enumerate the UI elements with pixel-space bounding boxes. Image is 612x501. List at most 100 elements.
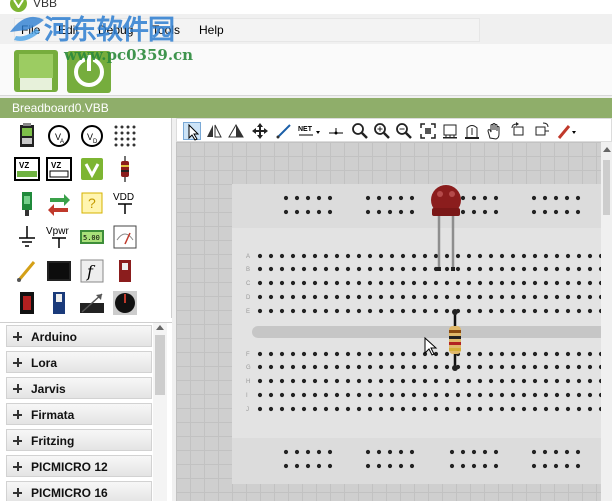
blue-switch-icon[interactable]	[46, 290, 72, 316]
row-label: A	[246, 254, 250, 260]
zoom-out-icon[interactable]	[395, 122, 413, 140]
hand-pan-icon[interactable]	[485, 122, 503, 140]
select-pointer-icon[interactable]	[183, 122, 201, 141]
battery-icon[interactable]	[14, 123, 40, 149]
watermark-logo	[6, 10, 48, 48]
expand-icon[interactable]	[13, 384, 22, 393]
lcd-display-icon[interactable]: 5.00	[79, 224, 105, 250]
svg-text:?: ?	[88, 195, 96, 211]
voltmeter-icon[interactable]: VA	[46, 123, 72, 149]
svg-text:5.00: 5.00	[83, 234, 100, 242]
probe-icon[interactable]	[14, 258, 40, 284]
vpwr-icon[interactable]: Vpwr	[46, 224, 72, 250]
library-scroll-thumb[interactable]	[155, 335, 165, 395]
question-icon[interactable]: ?	[79, 190, 105, 216]
library-list: Arduino Lora Jarvis Firmata Fritzing PIC…	[0, 322, 172, 501]
chip-tool-icon[interactable]	[441, 122, 459, 140]
net-label-tool[interactable]: NET	[297, 122, 323, 140]
ground-icon[interactable]	[14, 224, 40, 250]
new-project-button[interactable]	[12, 48, 60, 94]
library-item-fritzing[interactable]: Fritzing	[6, 429, 152, 451]
knob-icon[interactable]	[112, 290, 138, 316]
breadboard-tool-icon[interactable]	[463, 122, 481, 140]
library-item-firmata[interactable]: Firmata	[6, 403, 152, 425]
top-power-rail	[232, 184, 612, 228]
function-generator-icon[interactable]: f	[79, 258, 105, 284]
resistor-icon[interactable]	[112, 156, 138, 182]
analog-meter-icon[interactable]	[112, 224, 138, 250]
watermark-url: www.pc0359.cn	[64, 46, 194, 64]
canvas-scroll-thumb[interactable]	[603, 160, 610, 215]
red-button-icon[interactable]	[14, 290, 40, 316]
vdd-icon[interactable]: VDD	[112, 190, 138, 216]
document-tab-strip: Breadboard0.VBB	[0, 98, 612, 118]
expand-icon[interactable]	[13, 332, 22, 341]
library-item-lora[interactable]: Lora	[6, 351, 152, 373]
expand-icon[interactable]	[13, 410, 22, 419]
row-label: E	[246, 309, 250, 315]
expand-icon[interactable]	[13, 358, 22, 367]
left-panel: VA VD VZ VZ ? VDD Vpwr 5.00 f Arduino Lo…	[0, 118, 172, 501]
menu-help[interactable]: Help	[199, 23, 224, 37]
library-label: Jarvis	[31, 382, 66, 396]
svg-text:Vpwr: Vpwr	[46, 226, 69, 237]
svg-text:NET: NET	[298, 126, 313, 133]
svg-text:D: D	[93, 139, 98, 145]
wire-color-icon[interactable]	[557, 122, 579, 140]
flip-vertical-icon[interactable]	[227, 122, 245, 140]
library-label: Arduino	[31, 330, 77, 344]
svg-text:VDD: VDD	[113, 192, 134, 203]
breadboard-canvas[interactable]: ABCDEFGHIJ	[176, 142, 612, 501]
library-item-jarvis[interactable]: Jarvis	[6, 377, 152, 399]
vbb-logo-icon[interactable]	[79, 156, 105, 182]
move-icon[interactable]	[251, 122, 269, 140]
row-label: D	[246, 295, 251, 301]
document-tab[interactable]: Breadboard0.VBB	[12, 101, 109, 115]
switch-icon[interactable]	[112, 258, 138, 284]
scroll-up-arrow-icon[interactable]	[156, 325, 164, 330]
library-item-arduino[interactable]: Arduino	[6, 325, 152, 347]
oscilloscope-icon[interactable]	[46, 258, 72, 284]
canvas-toolbar: NET	[176, 118, 612, 142]
library-item-picmicro-12[interactable]: PICMICRO 12	[6, 455, 152, 477]
wire-icon[interactable]	[275, 122, 293, 140]
watermark-title: 河东软件园	[44, 15, 175, 46]
svg-text:VZ: VZ	[19, 161, 29, 170]
rotate-right-icon[interactable]	[533, 122, 551, 140]
library-label: PICMICRO 16	[31, 486, 108, 500]
row-label: H	[246, 379, 250, 385]
vz-ee-icon[interactable]: VZ	[46, 156, 72, 182]
library-scrollbar[interactable]	[153, 323, 167, 501]
green-led-icon[interactable]	[14, 190, 40, 216]
zoom-in-icon[interactable]	[373, 122, 391, 140]
library-label: Fritzing	[31, 434, 75, 448]
row-label: F	[246, 352, 250, 358]
expand-icon[interactable]	[13, 488, 22, 497]
library-item-picmicro-16[interactable]: PICMICRO 16	[6, 481, 152, 501]
component-palette: VA VD VZ VZ ? VDD Vpwr 5.00 f	[0, 118, 172, 318]
library-label: Lora	[31, 356, 58, 370]
row-label: C	[246, 281, 251, 287]
row-label: G	[246, 365, 251, 371]
expand-icon[interactable]	[13, 462, 22, 471]
slide-potentiometer-icon[interactable]	[79, 290, 105, 316]
vz-shield-icon[interactable]: VZ	[14, 156, 40, 182]
breadboard-drawing: ABCDEFGHIJ	[232, 184, 612, 484]
row-label: J	[246, 407, 249, 413]
led-matrix-icon[interactable]	[112, 123, 138, 149]
center-channel	[252, 326, 612, 338]
svg-text:A: A	[60, 139, 64, 145]
library-label: Firmata	[31, 408, 75, 422]
swap-icon[interactable]	[46, 190, 72, 216]
ammeter-icon[interactable]: VD	[79, 123, 105, 149]
junction-icon[interactable]	[327, 122, 345, 140]
rotate-left-icon[interactable]	[509, 122, 527, 140]
zoom-fit-icon[interactable]	[419, 122, 437, 140]
zoom-icon[interactable]	[351, 122, 369, 140]
canvas-vertical-scrollbar[interactable]	[601, 142, 612, 501]
row-label: B	[246, 267, 250, 273]
scroll-up-arrow-icon[interactable]	[603, 147, 611, 152]
flip-horizontal-icon[interactable]	[205, 122, 223, 140]
library-label: PICMICRO 12	[31, 460, 108, 474]
expand-icon[interactable]	[13, 436, 22, 445]
